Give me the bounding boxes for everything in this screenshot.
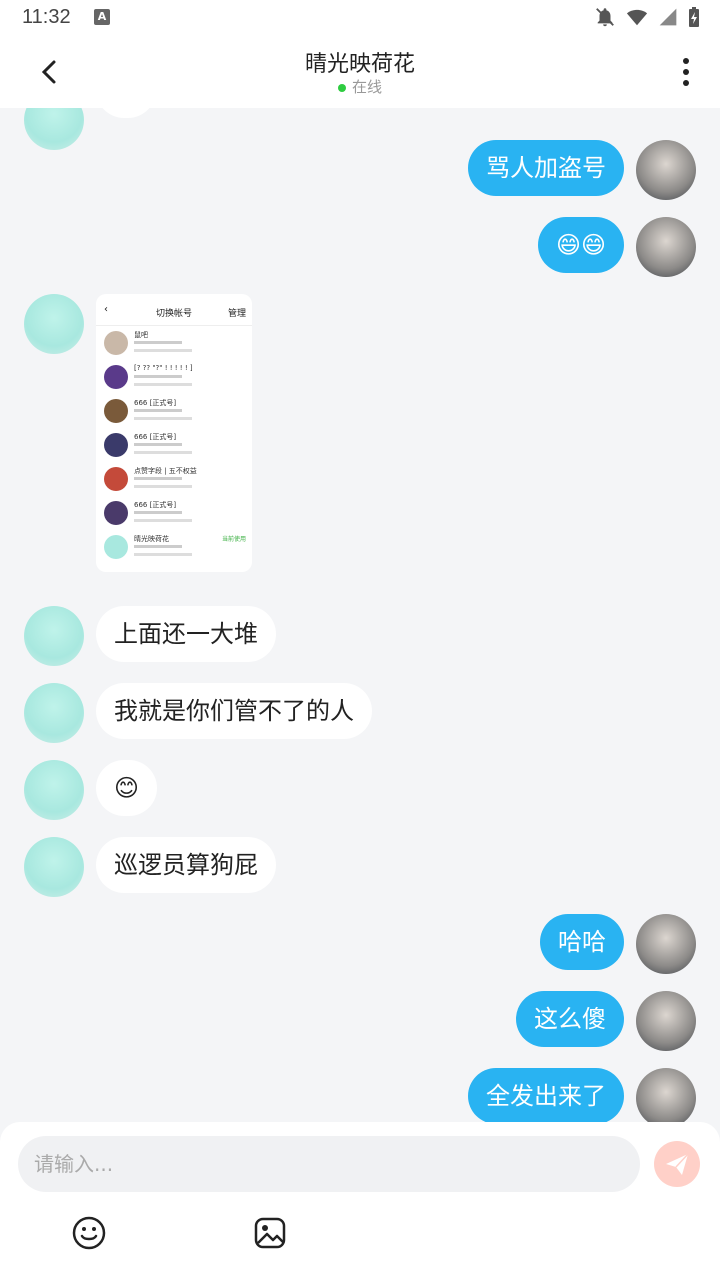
shared-image-manage: 管理	[227, 309, 246, 319]
message-bubble-outgoing[interactable]: 骂人加盗号	[468, 140, 624, 196]
online-status: 在线	[0, 76, 720, 97]
signal-icon	[659, 8, 677, 26]
shared-image-message[interactable]: ‹ 切换帐号 管理 鼠吧 [? ?? "?" ! ! ! ! ! ] 666 […	[96, 294, 252, 572]
shared-account-line	[134, 545, 182, 548]
shared-account-name: 鼠吧	[134, 331, 148, 339]
shared-account-row: 666 [正式号]	[96, 394, 252, 428]
shared-account-avatar	[104, 399, 128, 423]
status-bar: 11:32 A	[0, 0, 720, 36]
notifications-off-icon	[596, 8, 614, 27]
shared-account-line	[134, 349, 192, 352]
shared-account-avatar	[104, 467, 128, 491]
message-input[interactable]	[18, 1136, 640, 1192]
shared-account-avatar	[104, 501, 128, 525]
shared-account-line	[134, 519, 192, 522]
message-bubble-partial[interactable]	[96, 108, 156, 118]
shared-account-row: 晴光映荷花 当前使用	[96, 530, 252, 564]
shared-account-line	[134, 485, 192, 488]
message-bubble-outgoing[interactable]: 哈哈	[540, 914, 624, 970]
send-icon	[666, 1153, 689, 1175]
shared-account-name: 点赞字段 | 五不权益	[134, 467, 197, 475]
shared-account-line	[134, 383, 192, 386]
my-avatar[interactable]	[636, 914, 696, 974]
shared-account-line	[134, 553, 192, 556]
message-bubble-outgoing[interactable]: 😄😄	[537, 217, 624, 273]
message-bubble-incoming[interactable]: 上面还一大堆	[96, 606, 276, 662]
shared-account-name: 666 [正式号]	[134, 399, 177, 407]
shared-account-name: 666 [正式号]	[134, 501, 177, 509]
my-avatar[interactable]	[636, 140, 696, 200]
shared-account-row: 666 [正式号]	[96, 428, 252, 462]
contact-avatar[interactable]	[24, 606, 84, 666]
message-bubble-outgoing[interactable]: 全发出来了	[468, 1068, 624, 1124]
shared-account-line	[134, 451, 192, 454]
contact-avatar[interactable]	[24, 294, 84, 354]
my-avatar[interactable]	[636, 991, 696, 1051]
composer	[0, 1122, 720, 1280]
message-bubble-outgoing[interactable]: 这么傻	[516, 991, 624, 1047]
wifi-icon	[626, 9, 648, 26]
more-vertical-icon[interactable]	[678, 56, 694, 88]
shared-account-line	[134, 375, 182, 378]
status-time: 11:32	[22, 6, 71, 28]
message-bubble-incoming[interactable]: 我就是你们管不了的人	[96, 683, 372, 739]
shared-image-titlebar: ‹ 切换帐号 管理	[96, 294, 252, 326]
shared-account-avatar	[104, 331, 128, 355]
my-avatar[interactable]	[636, 217, 696, 277]
shared-account-avatar	[104, 433, 128, 457]
contact-avatar[interactable]	[24, 837, 84, 897]
send-button[interactable]	[654, 1141, 700, 1187]
shared-account-avatar	[104, 535, 128, 559]
message-list[interactable]: 骂人加盗号 😄😄 ‹ 切换帐号 管理 鼠吧 [? ?? "?" ! ! ! ! …	[0, 108, 720, 1124]
battery-icon	[689, 7, 699, 27]
shared-account-row: 666 [正式号]	[96, 496, 252, 530]
accessibility-icon: A	[94, 9, 110, 25]
image-icon[interactable]	[252, 1215, 288, 1251]
contact-avatar[interactable]	[24, 683, 84, 743]
contact-avatar[interactable]	[24, 108, 84, 150]
shared-account-line	[134, 477, 182, 480]
my-avatar[interactable]	[636, 1068, 696, 1124]
shared-account-current-tag: 当前使用	[221, 536, 246, 543]
shared-account-line	[134, 409, 182, 412]
message-bubble-incoming[interactable]: 巡逻员算狗屁	[96, 837, 276, 893]
online-dot	[337, 83, 346, 92]
status-icons	[594, 6, 700, 28]
shared-account-line	[134, 443, 182, 446]
emoji-icon[interactable]	[71, 1215, 107, 1251]
shared-account-line	[134, 511, 182, 514]
online-status-text: 在线	[351, 78, 382, 96]
shared-account-line	[134, 341, 182, 344]
shared-account-name: 晴光映荷花	[134, 535, 169, 543]
shared-account-row: 鼠吧	[96, 326, 252, 360]
shared-account-row: [? ?? "?" ! ! ! ! ! ]	[96, 360, 252, 394]
shared-account-avatar	[104, 365, 128, 389]
chat-header: 晴光映荷花 在线	[0, 36, 720, 108]
contact-avatar[interactable]	[24, 760, 84, 820]
shared-account-row: 点赞字段 | 五不权益	[96, 462, 252, 496]
shared-account-name: [? ?? "?" ! ! ! ! ! ]	[134, 364, 193, 372]
contact-name: 晴光映荷花	[304, 52, 415, 77]
shared-account-name: 666 [正式号]	[134, 433, 177, 441]
shared-account-line	[134, 417, 192, 420]
message-bubble-incoming[interactable]: 😊	[96, 760, 158, 816]
